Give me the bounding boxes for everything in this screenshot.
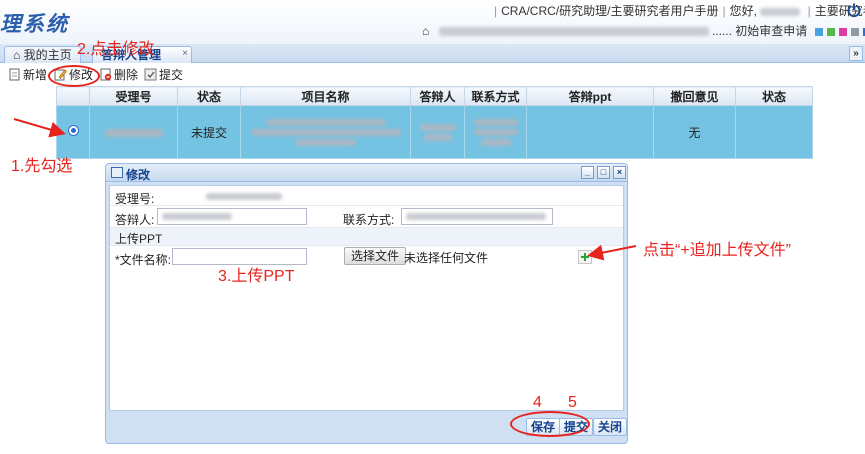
annotation-step2: 2.点击修改 <box>77 41 155 58</box>
choose-file-button[interactable]: 选择文件 <box>344 247 407 265</box>
new-button[interactable]: 新增 <box>8 67 47 83</box>
submit-button[interactable]: 提交 <box>144 67 183 83</box>
project-info-row: ⌂ ...... 初始审查申请 <box>422 22 865 39</box>
app-root: 理系统 |CRA/CRC/研究助理/主要研究者用户手册|您好, |主要研究者 ⌂… <box>0 0 865 454</box>
accept-no-cell <box>89 105 178 159</box>
upload-section-header: 上传PPT <box>110 228 623 246</box>
annotation-step3: 3.上传PPT <box>218 268 295 285</box>
add-upload-icon[interactable] <box>578 250 592 264</box>
contact-cell <box>464 105 527 159</box>
submit-icon <box>144 68 157 81</box>
grid-header-row: 受理号 状态 项目名称 答辩人 联系方式 答辩ppt 撤回意见 状态 <box>56 86 813 106</box>
redacted-text <box>250 128 401 136</box>
close-icon[interactable]: × <box>613 166 626 179</box>
contact-label: 联系方式: <box>343 213 395 227</box>
initial-review-label: 初始审查申请 <box>735 24 808 38</box>
window-icon <box>111 167 123 178</box>
accept-no-value <box>206 193 282 200</box>
greeting: 您好, <box>729 4 757 18</box>
col-project-name[interactable]: 项目名称 <box>240 86 411 106</box>
user-manual-link[interactable]: CRA/CRC/研究助理/主要研究者用户手册 <box>501 4 718 18</box>
col-status[interactable]: 状态 <box>177 86 241 106</box>
minimize-icon[interactable]: _ <box>581 166 594 179</box>
theme-swatch-pink[interactable] <box>838 27 847 36</box>
theme-swatch-blue[interactable] <box>814 27 823 36</box>
defender-row: 答辩人: 联系方式: <box>110 206 623 228</box>
defender-label: 答辩人: <box>115 213 155 227</box>
file-name-label: *文件名称: <box>115 253 172 267</box>
defender-grid: 受理号 状态 项目名称 答辩人 联系方式 答辩ppt 撤回意见 状态 未提交 无 <box>56 86 813 159</box>
username-redacted <box>760 7 801 16</box>
redacted-text <box>419 123 456 131</box>
col-defense-ppt[interactable]: 答辩ppt <box>526 86 654 106</box>
redacted-text <box>162 213 232 220</box>
annotation-step1: 1.先勾选 <box>11 158 73 175</box>
theme-swatch-green[interactable] <box>826 27 835 36</box>
project-redacted <box>438 27 709 37</box>
col-defender[interactable]: 答辩人 <box>410 86 465 106</box>
defense-ppt-cell <box>526 105 654 159</box>
annotation-step5: 5 <box>568 394 577 411</box>
defender-field[interactable] <box>157 208 307 225</box>
no-file-text: 未选择任何文件 <box>404 251 489 265</box>
theme-swatch-gray[interactable] <box>850 27 859 36</box>
delete-icon <box>100 68 112 81</box>
project-name-cell <box>240 105 411 159</box>
power-icon[interactable] <box>846 2 862 18</box>
redacted-text <box>423 133 452 141</box>
home-icon[interactable]: ⌂ <box>422 24 429 38</box>
col-contact[interactable]: 联系方式 <box>464 86 527 106</box>
col-status-2[interactable]: 状态 <box>735 86 813 106</box>
redacted-text <box>473 118 518 126</box>
status-2-cell <box>735 105 813 159</box>
tab-home-label: 我的主页 <box>23 48 72 62</box>
dialog-title: 修改 <box>126 168 151 182</box>
separator: | <box>807 4 811 18</box>
status-cell: 未提交 <box>177 105 241 159</box>
redacted-text <box>406 213 546 220</box>
table-row[interactable]: 未提交 无 <box>56 105 813 159</box>
row-radio[interactable] <box>67 125 79 136</box>
row-select-cell[interactable] <box>56 105 90 159</box>
col-withdraw-opinion[interactable]: 撤回意见 <box>653 86 736 106</box>
col-select <box>56 86 90 106</box>
edit-dialog: 修改 _ □ × 受理号: 答辩人: 联系方式: 上传PPT *文件名称: 选择… <box>105 163 628 444</box>
separator: | <box>494 4 498 18</box>
defender-cell <box>410 105 465 159</box>
redacted-text <box>473 128 518 136</box>
tab-scroll-icon[interactable]: » <box>849 46 863 61</box>
dialog-form: 受理号: 答辩人: 联系方式: 上传PPT *文件名称: <box>109 185 624 411</box>
contact-field[interactable] <box>401 208 553 225</box>
grid-toolbar: 新增 修改 删除 提交 <box>0 64 865 86</box>
annotation-step4: 4 <box>533 394 542 411</box>
annotation-save-submit-circle <box>510 411 590 437</box>
redacted-text <box>480 138 511 146</box>
redacted-text <box>295 138 356 146</box>
upload-section-title: 上传PPT <box>115 232 163 246</box>
close-button[interactable]: 关闭 <box>593 418 627 436</box>
separator: | <box>722 4 726 18</box>
arrow-step1 <box>13 118 66 138</box>
redacted-text <box>265 118 386 126</box>
annotation-edit-circle <box>48 65 100 87</box>
new-file-icon <box>9 68 20 81</box>
system-logo: 理系统 <box>0 11 69 36</box>
home-icon: ⌂ <box>13 48 21 62</box>
close-icon[interactable]: × <box>182 47 188 61</box>
dialog-titlebar[interactable]: 修改 _ □ × <box>106 164 627 182</box>
delete-button[interactable]: 删除 <box>99 67 138 83</box>
annotation-add-hint: 点击“+追加上传文件” <box>643 242 792 259</box>
redacted-text <box>104 128 163 137</box>
accept-no-row: 受理号: <box>110 186 623 206</box>
col-accept-no[interactable]: 受理号 <box>89 86 178 106</box>
top-links: |CRA/CRC/研究助理/主要研究者用户手册|您好, |主要研究者 <box>490 2 865 19</box>
tab-home[interactable]: ⌂ 我的主页 <box>4 46 81 63</box>
accept-no-label: 受理号: <box>115 192 155 206</box>
withdraw-cell: 无 <box>653 105 736 159</box>
maximize-icon[interactable]: □ <box>597 166 610 179</box>
